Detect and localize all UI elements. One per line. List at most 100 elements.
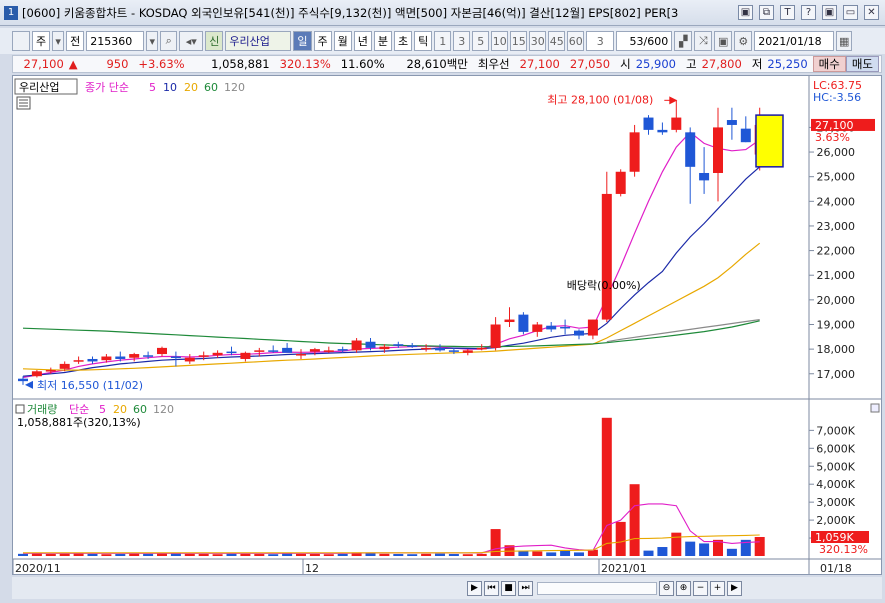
low-label: 저 (751, 57, 763, 71)
zoom-out-icon[interactable]: ⊖ (659, 580, 674, 596)
price-tick-label: 24,000 (817, 195, 856, 208)
period-year[interactable]: 년 (353, 31, 372, 51)
count-select[interactable]: 3 (586, 31, 615, 51)
plus-icon[interactable]: + (710, 580, 725, 596)
price-tick-label: 17,000 (817, 368, 856, 381)
stock-code-input[interactable]: 215360 (86, 31, 145, 51)
candle-body (504, 319, 515, 323)
link-icon[interactable]: ▣ (738, 5, 753, 20)
volume-tick-label: 4,000K (816, 478, 855, 491)
volume-tick-label: 6,000K (816, 442, 855, 455)
candle-body (407, 345, 418, 347)
interval-45[interactable]: 45 (548, 31, 566, 51)
bid-price: 27,050 (569, 57, 611, 71)
interval-10[interactable]: 10 (491, 31, 509, 51)
candle-body (45, 370, 56, 372)
mode-select[interactable]: 주 (32, 31, 51, 51)
scroll-track[interactable] (537, 581, 657, 595)
volume-bar (560, 550, 571, 556)
ma5-line (22, 131, 761, 379)
volume-bar (448, 554, 459, 556)
volume-bar (546, 552, 557, 556)
volume-tick-label: 7,000K (816, 424, 855, 437)
time-tick-label: 2020/11 (15, 562, 61, 574)
legend-ma5: 5 (149, 81, 156, 94)
text-icon[interactable]: T (780, 5, 795, 20)
candle-body (587, 319, 598, 336)
scroll-end-icon[interactable]: ⏮ (484, 580, 499, 596)
copy-icon[interactable]: ⧉ (759, 5, 774, 20)
interval-5[interactable]: 5 (472, 31, 490, 51)
date-field[interactable]: 2021/01/18 (754, 31, 835, 51)
code-dropdown-icon[interactable]: ▾ (146, 31, 159, 51)
interval-3[interactable]: 3 (453, 31, 471, 51)
gear-icon[interactable]: ⚙ (734, 31, 753, 51)
trade-amount: 28,610백만 (406, 57, 468, 71)
interval-30[interactable]: 30 (529, 31, 547, 51)
candle-body (143, 355, 154, 357)
count-field[interactable]: 53/600 (616, 31, 673, 51)
close-button[interactable]: ✕ (864, 5, 879, 20)
window-title: [0600] 키움종합차트 - KOSDAQ 외국인보유[541(천)] 주식수… (22, 5, 679, 20)
scroll-right-icon[interactable]: ▶ (467, 580, 482, 596)
layout-icon[interactable] (12, 31, 30, 51)
zoom-in-icon[interactable]: ⊕ (676, 580, 691, 596)
interval-15[interactable]: 15 (510, 31, 528, 51)
sell-button[interactable]: 매도 (845, 56, 879, 72)
current-price: 27,100 (23, 57, 64, 71)
candle-body (198, 355, 209, 357)
legend-stock-name: 우리산업 (19, 81, 59, 94)
calendar-icon[interactable]: ▦ (836, 31, 853, 51)
candle-body (337, 349, 348, 351)
interval-1[interactable]: 1 (434, 31, 452, 51)
candle-body (448, 350, 459, 352)
volume-legend-ma5: 5 (99, 403, 106, 416)
all-button[interactable]: 전 (66, 31, 85, 51)
change-percent: +3.63% (138, 57, 185, 71)
maximize-button[interactable]: ▭ (843, 5, 858, 20)
chevron-down-icon[interactable]: ▾ (52, 31, 65, 51)
period-minute[interactable]: 분 (373, 31, 392, 51)
scroll-last-icon[interactable]: ⏭ (518, 580, 533, 596)
volume-bar (685, 541, 696, 556)
candle-body (309, 349, 320, 352)
next-icon[interactable]: ▶ (727, 580, 742, 596)
candle-body (574, 330, 584, 336)
chart-area[interactable]: 우리산업 종가 단순 5 10 20 60 120 최고 28,100 (01/08) 최저 1… (12, 75, 882, 575)
minus-icon[interactable]: − (693, 580, 708, 596)
volume-tick-label: 2,000K (816, 514, 855, 527)
volume-bar (407, 554, 418, 556)
chart-canvas[interactable]: 우리산업 종가 단순 5 10 20 60 120 최고 28,100 (01/08) 최저 1… (13, 76, 881, 574)
candle-body (546, 325, 557, 330)
candle-body (393, 344, 404, 346)
speaker-icon[interactable]: ◂▾ (179, 31, 204, 51)
buy-button[interactable]: 매수 (812, 56, 846, 72)
candle-body (268, 350, 279, 352)
volume-bar (170, 553, 181, 556)
period-day[interactable]: 일 (293, 31, 312, 51)
help-icon[interactable]: ? (801, 5, 816, 20)
time-tick-label: 01/18 (820, 562, 852, 574)
save-icon[interactable]: ▣ (714, 31, 733, 51)
stop-icon[interactable]: ■ (501, 580, 516, 596)
interval-60[interactable]: 60 (567, 31, 585, 51)
new-badge[interactable]: 신 (205, 31, 224, 51)
price-tick-label: 26,000 (817, 146, 856, 159)
search-icon[interactable]: ⌕ (160, 31, 178, 51)
volume-bar (129, 553, 140, 556)
volume-bar (198, 554, 209, 556)
volume-bar (212, 554, 223, 556)
last-price-pct: 3.63% (815, 131, 850, 144)
period-month[interactable]: 월 (333, 31, 352, 51)
minimize-button[interactable]: ▣ (822, 5, 837, 20)
volume-legend-ma20: 20 (113, 403, 127, 416)
period-week[interactable]: 주 (313, 31, 332, 51)
period-second[interactable]: 초 (394, 31, 413, 51)
legend-ma20: 20 (184, 81, 198, 94)
period-tick[interactable]: 틱 (414, 31, 433, 51)
bars-icon[interactable]: ▞ (674, 31, 693, 51)
volume-bar (379, 553, 390, 556)
low-annotation: 최저 16,550 (11/02) (37, 379, 143, 392)
up-arrow-icon: ▲ (68, 57, 78, 71)
tools-icon[interactable]: ⤨ (694, 31, 713, 51)
